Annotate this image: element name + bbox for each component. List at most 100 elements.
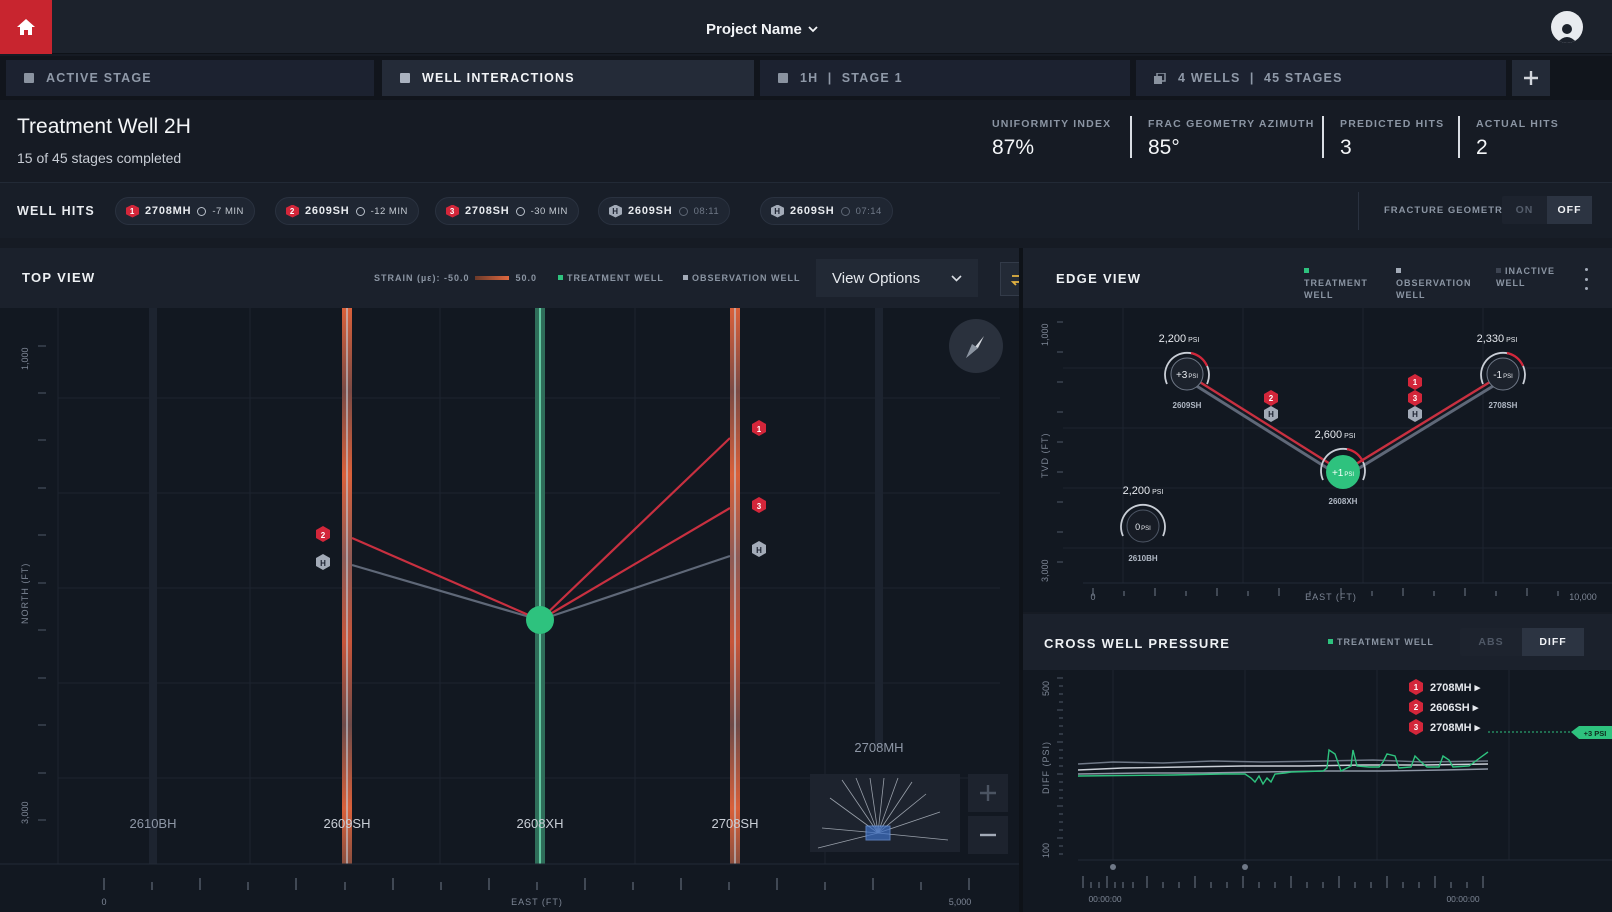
add-tab-button[interactable]	[1512, 60, 1550, 96]
well-node-2608xh[interactable]: +1PSI 2,600 PSI 2608XH	[1315, 429, 1366, 506]
svg-text:H: H	[1412, 410, 1418, 419]
hit-well: 2609SH	[790, 205, 835, 217]
x-axis-title: EAST (FT)	[1305, 592, 1357, 602]
hit-marker[interactable]: H	[1264, 406, 1278, 422]
legend-inactive-well: INACTIVE WELL	[1496, 266, 1556, 288]
hit-marker[interactable]: H	[316, 554, 330, 570]
hit-time: 07:14	[855, 205, 882, 217]
tab-square-icon	[778, 73, 788, 83]
hit-marker[interactable]: H	[1408, 406, 1422, 422]
svg-text:2,600PSI: 2,600 PSI	[1315, 429, 1356, 441]
well-hit-chip[interactable]: H 2609SH 08:11	[598, 197, 731, 225]
clock-icon	[515, 206, 525, 216]
hit-badge: 3	[446, 204, 459, 218]
clock-icon	[840, 206, 850, 216]
chevron-down-icon	[951, 274, 962, 282]
svg-text:3: 3	[1413, 394, 1418, 403]
well-hit-chip[interactable]: 3 2708SH -30 MIN	[435, 197, 579, 225]
diff-button[interactable]: DIFF	[1522, 628, 1584, 656]
y-axis-top: 1,000	[1040, 323, 1050, 346]
minimap[interactable]	[810, 774, 960, 852]
well-node-2610bh[interactable]: 0PSI 2,200 PSI 2610BH	[1120, 485, 1166, 563]
view-options-dropdown[interactable]: View Options	[816, 259, 978, 297]
tab-well-interactions[interactable]: WELL INTERACTIONS	[382, 60, 754, 96]
svg-text:2,200PSI: 2,200 PSI	[1123, 485, 1164, 497]
cross-well-pressure-plot: 500 DIFF (PSI) 100 1 2708MH ▸ 2 2606SH ▸…	[1041, 670, 1612, 904]
home-icon	[17, 19, 35, 35]
stat-value-predicted: 3	[1340, 136, 1352, 159]
zoom-out-button[interactable]	[968, 816, 1008, 854]
edge-view-canvas: 1,000 TVD (FT) 3,000 0 EAST (FT) 10,000 …	[1023, 308, 1612, 612]
hit-marker[interactable]: 1	[1408, 374, 1422, 390]
stat-value-actual: 2	[1476, 136, 1488, 159]
tab-stage-1[interactable]: 1H | STAGE 1	[760, 60, 1130, 96]
hit-time: 08:11	[693, 205, 720, 217]
svg-text:2708MH ▸: 2708MH ▸	[1430, 682, 1481, 694]
hit-marker[interactable]: 3	[1408, 390, 1422, 406]
well-2610bh[interactable]	[149, 308, 157, 864]
well-node-2609sh[interactable]: +3PSI 2,200 PSI 2609SH	[1159, 333, 1210, 410]
abs-button[interactable]: ABS	[1460, 628, 1522, 656]
clock-icon	[678, 206, 688, 216]
svg-text:2: 2	[1414, 703, 1419, 712]
fracture-geometry-toggle: ON OFF	[1502, 196, 1592, 224]
legend-observation-well: OBSERVATION WELL	[683, 272, 801, 284]
well-label: 2708SH	[712, 816, 759, 831]
hit-marker[interactable]: 3	[752, 497, 766, 513]
svg-text:H: H	[756, 546, 762, 555]
y-axis-ticks	[1057, 677, 1063, 855]
timeline-handle[interactable]	[1242, 864, 1248, 870]
tab-label: WELL INTERACTIONS	[422, 71, 575, 85]
more-options-icon[interactable]	[1582, 268, 1590, 290]
divider	[1358, 192, 1359, 230]
series-item[interactable]: 1 2708MH ▸	[1409, 679, 1481, 695]
clock-icon	[355, 206, 365, 216]
hit-marker[interactable]: 2	[316, 526, 330, 542]
series-item[interactable]: 2 2606SH ▸	[1409, 699, 1479, 715]
y-axis-bottom: 3,000	[20, 801, 30, 824]
hit-badge: H	[609, 204, 622, 218]
series-item[interactable]: 3 2708MH ▸	[1409, 719, 1481, 735]
well-hit-chip[interactable]: 1 2708MH -7 MIN	[115, 197, 255, 225]
tab-label: 1H | STAGE 1	[800, 71, 903, 85]
well-node-2708sh[interactable]: -1PSI 2,330 PSI 2708SH	[1477, 333, 1526, 410]
y-axis-title: TVD (FT)	[1040, 433, 1050, 479]
well-hit-chip[interactable]: 2 2609SH -12 MIN	[275, 197, 419, 225]
fracture-geometry-off[interactable]: OFF	[1547, 196, 1592, 224]
well-2708mh[interactable]	[875, 308, 883, 748]
x-axis-min: 0	[1090, 592, 1095, 602]
legend-treatment-well: TREATMENT WELL	[1304, 265, 1367, 301]
tab-wells-stages[interactable]: 4 WELLS | 45 STAGES	[1136, 60, 1506, 96]
legend-treatment-well: TREATMENT WELL	[558, 272, 664, 284]
hit-badge: 2	[286, 204, 299, 218]
strain-legend: STRAIN (µε): -50.0 50.0	[374, 272, 537, 284]
well-hit-chip[interactable]: H 2609SH 07:14	[760, 197, 893, 225]
svg-text:2708MH ▸: 2708MH ▸	[1430, 722, 1481, 734]
strain-max-label: 50.0	[515, 273, 537, 283]
strain-gradient	[475, 276, 510, 280]
user-avatar-button[interactable]	[1551, 11, 1583, 43]
tab-square-icon	[24, 73, 34, 83]
x-axis-ticks	[103, 878, 970, 890]
stage-progress: 15 of 45 stages completed	[17, 150, 182, 166]
well-header	[0, 100, 1612, 182]
fracture-geometry-on[interactable]: ON	[1502, 196, 1547, 224]
hit-marker[interactable]: H	[752, 541, 766, 557]
svg-text:2708SH: 2708SH	[1489, 401, 1518, 410]
zoom-in-button[interactable]	[968, 774, 1008, 812]
treatment-stage-marker[interactable]	[526, 606, 554, 634]
hit-well: 2609SH	[628, 205, 673, 217]
project-selector[interactable]: Project Name	[706, 18, 818, 40]
y-axis-bottom: 100	[1041, 843, 1051, 858]
compass-button[interactable]	[949, 319, 1003, 373]
svg-text:2: 2	[321, 531, 326, 540]
fracture-geometry-label: FRACTURE GEOMETRY	[1384, 205, 1510, 216]
strain-min-label: STRAIN (µε): -50.0	[374, 273, 470, 283]
hit-marker[interactable]: 1	[752, 420, 766, 436]
hit-marker[interactable]: 2	[1264, 390, 1278, 406]
home-button[interactable]	[0, 0, 52, 54]
tab-active-stage[interactable]: ACTIVE STAGE	[6, 60, 374, 96]
svg-text:1: 1	[1413, 378, 1418, 387]
timeline-handle[interactable]	[1110, 864, 1116, 870]
top-view-canvas: 2 H 1 3 H 2610BH 2609SH 2608XH 2708SH 27…	[0, 308, 1019, 912]
